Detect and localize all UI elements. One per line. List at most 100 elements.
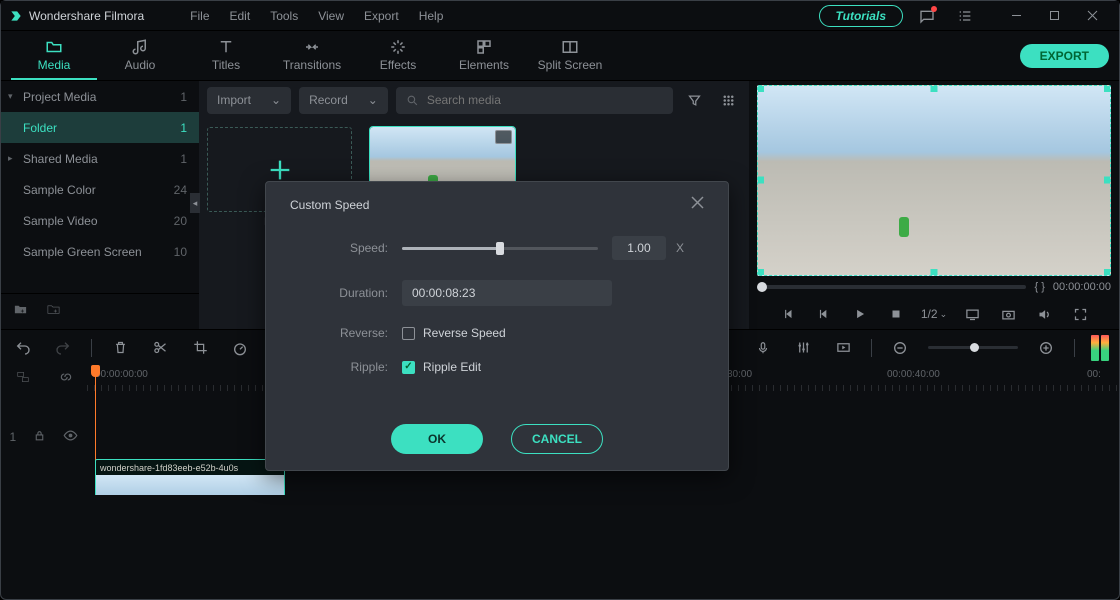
- track-index: 1: [10, 430, 17, 444]
- auto-ripple-icon[interactable]: [59, 370, 73, 387]
- speed-label: Speed:: [310, 241, 388, 255]
- resize-handle[interactable]: [757, 177, 764, 184]
- export-button[interactable]: EXPORT: [1020, 44, 1109, 68]
- audio-mixer-button[interactable]: [791, 336, 815, 360]
- new-folder-solid-icon[interactable]: [13, 302, 28, 322]
- resize-handle[interactable]: [1104, 85, 1111, 92]
- window-maximize-button[interactable]: [1035, 2, 1073, 30]
- app-name: Wondershare Filmora: [29, 9, 144, 23]
- volume-button[interactable]: [1033, 303, 1055, 325]
- tab-audio[interactable]: Audio: [97, 31, 183, 80]
- grid-view-icon[interactable]: [715, 87, 741, 113]
- timeline-clip[interactable]: wondershare-1fd83eeb-e52b-4u0s: [95, 459, 285, 495]
- audio-meter-icon[interactable]: [1091, 335, 1109, 361]
- sidebar-item-label: Folder: [23, 121, 57, 135]
- sidebar-item-sample-color[interactable]: Sample Color24: [1, 174, 199, 205]
- import-dropdown[interactable]: Import⌄: [207, 87, 291, 114]
- duration-input[interactable]: 00:00:08:23: [402, 280, 612, 306]
- tab-split-screen[interactable]: Split Screen: [527, 31, 613, 80]
- crop-button[interactable]: [188, 336, 212, 360]
- preview-quality[interactable]: 1/2: [921, 307, 938, 321]
- task-list-icon[interactable]: [951, 2, 979, 30]
- reverse-checkbox[interactable]: [402, 327, 415, 340]
- menu-tools[interactable]: Tools: [260, 1, 308, 31]
- stop-button[interactable]: [885, 303, 907, 325]
- messages-icon[interactable]: [913, 2, 941, 30]
- undo-button[interactable]: [11, 336, 35, 360]
- sidebar-item-sample-green-screen[interactable]: Sample Green Screen10: [1, 236, 199, 267]
- filter-icon[interactable]: [681, 87, 707, 113]
- snapshot-button[interactable]: [997, 303, 1019, 325]
- frame-back-button[interactable]: [813, 303, 835, 325]
- tab-label: Elements: [459, 58, 509, 72]
- preview-seek-slider[interactable]: [757, 285, 1026, 289]
- sidebar-footer: [1, 293, 199, 329]
- tab-effects[interactable]: Effects: [355, 31, 441, 80]
- tab-transitions[interactable]: Transitions: [269, 31, 355, 80]
- speed-value-input[interactable]: 1.00: [612, 236, 666, 260]
- track-lock-icon[interactable]: [33, 429, 46, 445]
- chevron-down-icon: ⌄: [271, 93, 281, 107]
- delete-button[interactable]: [108, 336, 132, 360]
- seek-head[interactable]: [757, 282, 767, 292]
- redo-button[interactable]: [51, 336, 75, 360]
- display-output-button[interactable]: [961, 303, 983, 325]
- window-close-button[interactable]: [1073, 2, 1111, 30]
- preview-timecode: 00:00:00:00: [1053, 281, 1111, 293]
- tab-titles[interactable]: Titles: [183, 31, 269, 80]
- ripple-row: Ripple: Ripple Edit: [310, 360, 684, 374]
- resize-handle[interactable]: [757, 269, 764, 276]
- resize-handle[interactable]: [1104, 177, 1111, 184]
- fullscreen-button[interactable]: [1069, 303, 1091, 325]
- ok-button[interactable]: OK: [391, 424, 483, 454]
- sidebar-item-folder[interactable]: Folder1: [1, 112, 199, 143]
- duration-row: Duration: 00:00:08:23: [310, 280, 684, 306]
- ripple-checkbox[interactable]: [402, 361, 415, 374]
- custom-speed-dialog: Custom Speed Speed: 1.00 X Duration: 00:…: [265, 181, 729, 471]
- resize-handle[interactable]: [1104, 269, 1111, 276]
- menu-help[interactable]: Help: [409, 1, 454, 31]
- search-box[interactable]: [396, 87, 673, 114]
- window-minimize-button[interactable]: [997, 2, 1035, 30]
- collapse-sidebar-button[interactable]: ◂: [190, 193, 200, 213]
- speed-slider[interactable]: [402, 247, 598, 250]
- preview-canvas[interactable]: [757, 85, 1111, 276]
- sidebar-item-shared-media[interactable]: ▸Shared Media1: [1, 143, 199, 174]
- resize-handle[interactable]: [931, 85, 938, 92]
- record-dropdown[interactable]: Record⌄: [299, 87, 388, 114]
- sidebar-item-count: 1: [180, 152, 187, 166]
- split-button[interactable]: [148, 336, 172, 360]
- reverse-text: Reverse Speed: [423, 326, 506, 340]
- zoom-out-button[interactable]: [888, 336, 912, 360]
- track-visibility-icon[interactable]: [63, 428, 78, 446]
- render-preview-button[interactable]: [831, 336, 855, 360]
- search-input[interactable]: [427, 93, 663, 107]
- sidebar-item-label: Shared Media: [23, 152, 98, 166]
- play-button[interactable]: [849, 303, 871, 325]
- step-back-button[interactable]: [777, 303, 799, 325]
- menu-export[interactable]: Export: [354, 1, 409, 31]
- sidebar-item-project-media[interactable]: ▾Project Media1: [1, 81, 199, 112]
- dialog-close-button[interactable]: [691, 196, 704, 214]
- speed-slider-head[interactable]: [496, 242, 504, 255]
- menu-file[interactable]: File: [180, 1, 219, 31]
- menu-edit[interactable]: Edit: [220, 1, 261, 31]
- resize-handle[interactable]: [757, 85, 764, 92]
- zoom-slider-head[interactable]: [970, 343, 979, 352]
- sidebar-item-sample-video[interactable]: Sample Video20: [1, 205, 199, 236]
- speed-button[interactable]: [228, 336, 252, 360]
- track-manager-icon[interactable]: [16, 370, 30, 387]
- markers-label: { }: [1034, 281, 1044, 293]
- resize-handle[interactable]: [931, 269, 938, 276]
- tab-label: Titles: [212, 58, 240, 72]
- tab-elements[interactable]: Elements: [441, 31, 527, 80]
- cancel-button[interactable]: CANCEL: [511, 424, 603, 454]
- menu-view[interactable]: View: [308, 1, 354, 31]
- zoom-slider[interactable]: [928, 346, 1018, 349]
- tutorials-button[interactable]: Tutorials: [819, 5, 903, 27]
- voiceover-button[interactable]: [751, 336, 775, 360]
- tab-media[interactable]: Media: [11, 31, 97, 80]
- new-folder-outline-icon[interactable]: [46, 302, 61, 322]
- zoom-in-button[interactable]: [1034, 336, 1058, 360]
- chevron-down-icon: ⌄: [940, 309, 948, 320]
